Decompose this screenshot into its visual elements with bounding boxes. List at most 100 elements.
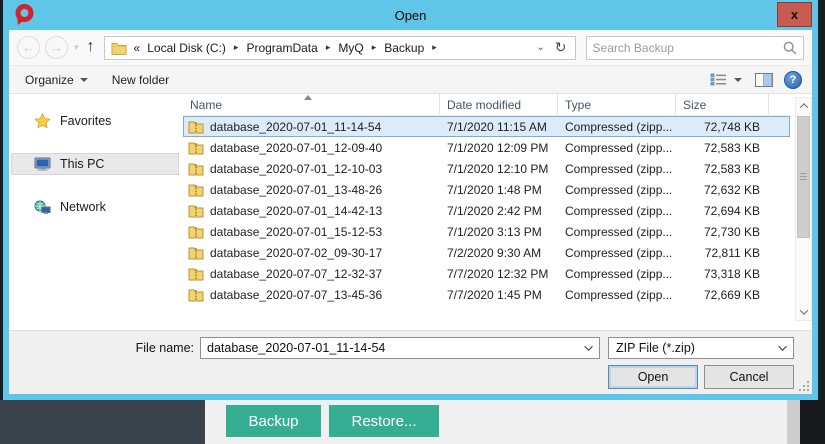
file-size: 72,694 KB xyxy=(676,204,769,218)
file-name-label: File name: xyxy=(9,341,194,355)
file-type: Compressed (zipp... xyxy=(558,225,676,239)
navigation-bar: ← → ▾ ↑ « Local Disk (C:) ▸ ProgramData xyxy=(9,30,812,66)
column-header-type[interactable]: Type xyxy=(558,94,676,115)
file-date-modified: 7/2/2020 9:30 AM xyxy=(440,246,558,260)
address-dropdown-icon[interactable]: ⌄ xyxy=(528,42,552,53)
file-name: database_2020-07-07_12-32-37 xyxy=(210,267,382,281)
dialog-footer: File name: ZIP File (*.zip) Open Cancel xyxy=(9,330,812,394)
myq-logo-icon xyxy=(13,3,35,32)
file-type-dropdown-icon[interactable] xyxy=(775,338,793,358)
search-input[interactable] xyxy=(593,41,783,55)
forward-button[interactable]: → xyxy=(45,36,68,59)
sidebar-item-favorites[interactable]: Favorites xyxy=(11,110,179,132)
file-date-modified: 7/1/2020 11:15 AM xyxy=(440,120,558,134)
column-label: Name xyxy=(190,98,222,112)
zip-file-icon xyxy=(188,204,204,218)
file-date-modified: 7/1/2020 12:10 PM xyxy=(440,162,558,176)
sidebar-item-label: This PC xyxy=(60,157,104,171)
breadcrumb-backup[interactable]: Backup xyxy=(383,41,425,55)
close-button[interactable]: x xyxy=(777,2,812,27)
column-label: Type xyxy=(565,98,591,112)
preview-pane-button[interactable] xyxy=(753,73,775,87)
help-button[interactable]: ? xyxy=(784,71,802,89)
refresh-icon[interactable]: ↻ xyxy=(553,39,569,56)
zip-file-icon xyxy=(188,288,204,302)
file-size: 72,748 KB xyxy=(676,120,769,134)
breadcrumb-local-disk[interactable]: Local Disk (C:) xyxy=(146,41,227,55)
file-type-select[interactable]: ZIP File (*.zip) xyxy=(608,337,794,359)
breadcrumb-separator-icon[interactable]: ▸ xyxy=(319,42,338,53)
sidebar-item-network[interactable]: Network xyxy=(11,196,179,218)
file-name-dropdown-icon[interactable] xyxy=(581,338,599,358)
scroll-down-button[interactable] xyxy=(796,304,811,320)
zip-file-icon xyxy=(188,267,204,281)
breadcrumb-programdata[interactable]: ProgramData xyxy=(245,41,318,55)
address-bar[interactable]: « Local Disk (C:) ▸ ProgramData ▸ MyQ ▸ … xyxy=(104,36,576,60)
breadcrumb-overflow[interactable]: « xyxy=(129,41,147,55)
command-toolbar: Organize New folder xyxy=(9,66,812,94)
sidebar-item-this-pc[interactable]: This PC xyxy=(11,153,179,175)
file-row[interactable]: database_2020-07-01_13-48-26 7/1/2020 1:… xyxy=(183,179,790,200)
vertical-scrollbar[interactable] xyxy=(795,97,812,321)
new-folder-button[interactable]: New folder xyxy=(106,66,175,93)
background-app-edge xyxy=(800,400,825,444)
title-bar: Open x xyxy=(3,0,818,30)
scroll-up-button[interactable] xyxy=(796,98,811,114)
file-name: database_2020-07-01_13-48-26 xyxy=(210,183,382,197)
file-type-value: ZIP File (*.zip) xyxy=(616,341,775,355)
up-button[interactable]: ↑ xyxy=(87,38,95,56)
open-dialog: Open x ← → ▾ ↑ « Local Disk xyxy=(3,0,818,400)
chevron-down-icon xyxy=(734,78,742,82)
column-header-name[interactable]: Name xyxy=(183,94,440,115)
column-header-size[interactable]: Size xyxy=(676,94,769,115)
zip-file-icon xyxy=(188,246,204,260)
file-row[interactable]: database_2020-07-01_12-09-40 7/1/2020 12… xyxy=(183,137,790,158)
file-row[interactable]: database_2020-07-02_09-30-17 7/2/2020 9:… xyxy=(183,242,790,263)
resize-grip[interactable] xyxy=(798,380,809,391)
backup-button[interactable]: Backup xyxy=(226,405,321,437)
file-row[interactable]: database_2020-07-01_14-42-13 7/1/2020 2:… xyxy=(183,200,790,221)
file-rows: database_2020-07-01_11-14-54 7/1/2020 11… xyxy=(183,116,795,305)
computer-icon xyxy=(34,157,51,172)
file-size: 72,669 KB xyxy=(676,288,769,302)
file-row[interactable]: database_2020-07-01_11-14-54 7/1/2020 11… xyxy=(183,116,790,137)
file-row[interactable]: database_2020-07-07_12-32-37 7/7/2020 12… xyxy=(183,263,790,284)
breadcrumb-separator-icon[interactable]: ▸ xyxy=(227,42,246,53)
breadcrumb-separator-icon[interactable]: ▸ xyxy=(365,42,384,53)
restore-button[interactable]: Restore... xyxy=(329,405,439,437)
file-date-modified: 7/7/2020 1:45 PM xyxy=(440,288,558,302)
open-button[interactable]: Open xyxy=(608,365,698,389)
background-app-scrollbar[interactable] xyxy=(787,400,800,444)
column-label: Size xyxy=(683,98,706,112)
background-app-sidebar xyxy=(0,400,205,444)
chevron-down-icon xyxy=(80,78,88,82)
change-view-button[interactable] xyxy=(708,73,744,86)
file-row[interactable]: database_2020-07-01_12-10-03 7/1/2020 12… xyxy=(183,158,790,179)
sidebar-item-label: Network xyxy=(60,200,106,214)
sort-ascending-icon xyxy=(304,95,312,100)
file-type: Compressed (zipp... xyxy=(558,267,676,281)
breadcrumb-separator-icon[interactable]: ▸ xyxy=(425,42,444,53)
breadcrumb-myq[interactable]: MyQ xyxy=(337,41,364,55)
file-type: Compressed (zipp... xyxy=(558,162,676,176)
back-button[interactable]: ← xyxy=(17,36,40,59)
recent-locations-icon[interactable]: ▾ xyxy=(74,42,79,53)
column-header-date-modified[interactable]: Date modified xyxy=(440,94,558,115)
search-icon[interactable] xyxy=(783,41,797,55)
file-name: database_2020-07-01_12-09-40 xyxy=(210,141,382,155)
column-header-filler xyxy=(769,94,795,115)
organize-label: Organize xyxy=(25,73,74,87)
cancel-button[interactable]: Cancel xyxy=(704,365,794,389)
file-type: Compressed (zipp... xyxy=(558,288,676,302)
file-name: database_2020-07-01_12-10-03 xyxy=(210,162,382,176)
zip-file-icon xyxy=(188,141,204,155)
column-headers: Name Date modified Type Size xyxy=(183,94,795,116)
file-name-input[interactable] xyxy=(201,341,581,355)
file-row[interactable]: database_2020-07-07_13-45-36 7/7/2020 1:… xyxy=(183,284,790,305)
preview-pane-icon xyxy=(755,73,773,87)
search-box xyxy=(586,36,804,60)
scrollbar-thumb[interactable] xyxy=(797,116,810,238)
file-row[interactable]: database_2020-07-01_15-12-53 7/1/2020 3:… xyxy=(183,221,790,242)
file-size: 72,583 KB xyxy=(676,162,769,176)
organize-menu[interactable]: Organize xyxy=(19,66,94,93)
